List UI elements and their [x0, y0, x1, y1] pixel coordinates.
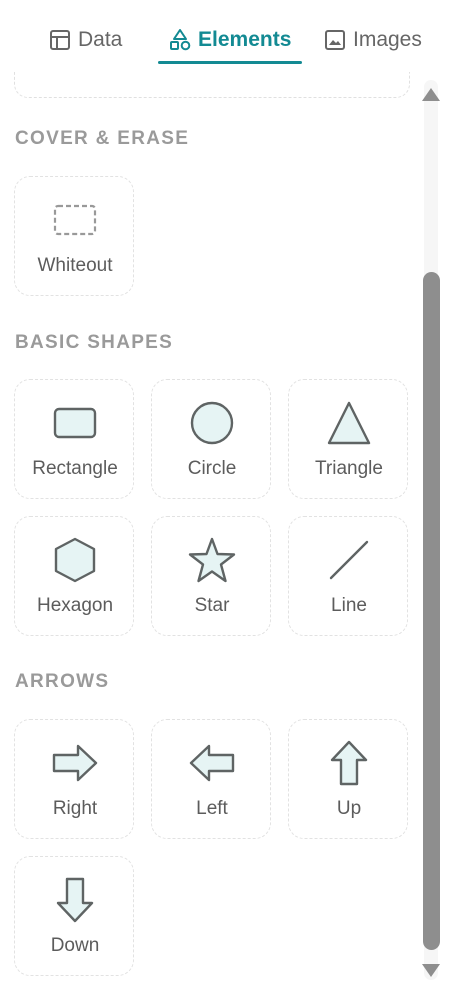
star-tile[interactable]: Star — [151, 516, 271, 636]
section-title-basic-shapes: BASIC SHAPES — [15, 332, 174, 353]
section-title-arrows: ARROWS — [15, 671, 110, 692]
arrow-left-icon — [189, 744, 235, 782]
shapes-icon — [170, 29, 191, 51]
hexagon-label: Hexagon — [36, 595, 114, 616]
tab-elements-label: Elements — [198, 28, 292, 51]
circle-label: Circle — [187, 458, 237, 479]
tab-data[interactable]: Data — [48, 22, 122, 58]
vertical-scrollbar[interactable] — [416, 72, 446, 993]
arrow-up-tile[interactable]: Up — [288, 719, 408, 839]
arrow-down-icon — [56, 877, 94, 923]
arrow-up-icon — [330, 740, 368, 786]
rectangle-tile[interactable]: Rectangle — [14, 379, 134, 499]
scrollbar-thumb[interactable] — [423, 272, 440, 950]
arrow-right-label: Right — [52, 798, 98, 819]
triangle-tile[interactable]: Triangle — [288, 379, 408, 499]
arrow-right-icon — [52, 744, 98, 782]
tab-images-label: Images — [353, 28, 422, 51]
scroll-up-arrow-icon[interactable] — [422, 88, 440, 101]
active-tab-indicator — [158, 61, 302, 64]
line-tile[interactable]: Line — [288, 516, 408, 636]
whiteout-label: Whiteout — [37, 255, 113, 276]
line-label: Line — [331, 595, 367, 616]
table-icon — [50, 30, 70, 50]
line-icon — [329, 540, 369, 580]
section-title-cover-erase: COVER & ERASE — [15, 128, 190, 149]
hexagon-tile[interactable]: Hexagon — [14, 516, 134, 636]
arrow-down-tile[interactable]: Down — [14, 856, 134, 976]
triangle-icon — [327, 401, 371, 445]
previous-card — [14, 72, 410, 98]
image-icon — [325, 30, 345, 50]
tab-images[interactable]: Images — [323, 22, 422, 58]
arrow-left-tile[interactable]: Left — [151, 719, 271, 839]
arrow-right-tile[interactable]: Right — [14, 719, 134, 839]
arrow-left-label: Left — [196, 798, 228, 819]
circle-tile[interactable]: Circle — [151, 379, 271, 499]
scroll-down-arrow-icon[interactable] — [422, 964, 440, 977]
tab-data-label: Data — [78, 28, 123, 51]
arrow-up-label: Up — [336, 798, 362, 819]
whiteout-icon — [53, 204, 97, 236]
tab-bar: Data Elements Images — [0, 0, 456, 70]
hexagon-icon — [54, 537, 96, 583]
rectangle-label: Rectangle — [32, 458, 118, 479]
elements-panel: COVER & ERASE Whiteout BASIC SHAPES Rect… — [0, 72, 416, 993]
star-label: Star — [194, 595, 230, 616]
whiteout-tile[interactable]: Whiteout — [14, 176, 134, 296]
arrow-down-label: Down — [50, 935, 100, 956]
tab-elements[interactable]: Elements — [168, 22, 291, 58]
circle-icon — [190, 401, 234, 445]
rectangle-icon — [53, 407, 97, 439]
triangle-label: Triangle — [315, 458, 383, 479]
star-icon — [188, 537, 236, 583]
